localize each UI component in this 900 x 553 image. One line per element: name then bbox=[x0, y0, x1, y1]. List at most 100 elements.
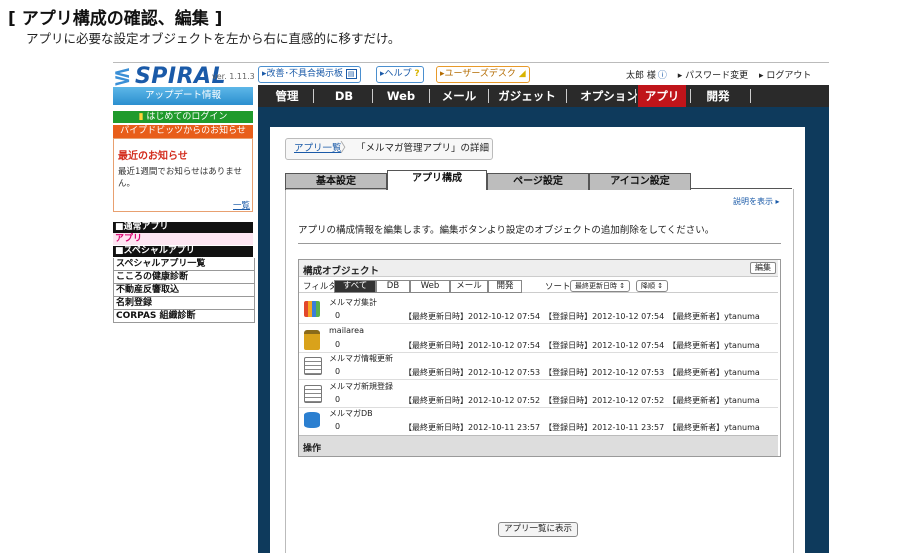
page-title: [ アプリ構成の確認、編集 ] bbox=[8, 9, 223, 29]
object-name: メルマガDB bbox=[329, 409, 373, 418]
main-nav: 管理 DB Web メール ガジェット オプション アプリ 開発 bbox=[258, 85, 829, 109]
help-button[interactable]: ▸ヘルプ ? bbox=[376, 66, 424, 83]
first-login-label: はじめてのログイン bbox=[146, 112, 228, 122]
sort-label: ソート bbox=[545, 282, 571, 292]
object-count: 0 bbox=[335, 395, 341, 404]
logout-link[interactable]: ▸ ログアウト bbox=[759, 71, 811, 81]
user-name: 太郎 様 bbox=[626, 71, 656, 81]
first-login-button[interactable]: ▮ はじめてのログイン bbox=[113, 111, 253, 123]
desk-icon: ◢ bbox=[518, 69, 526, 79]
description-text: アプリの構成情報を編集します。編集ボタンより設定のオブジェクトの追加削除をしてく… bbox=[298, 225, 715, 236]
sort-field-select[interactable]: 最終更新日時 ↕ bbox=[570, 280, 631, 292]
sidebar-item-app[interactable]: アプリ bbox=[113, 233, 253, 245]
database-icon bbox=[304, 412, 320, 428]
nav-db[interactable]: DB bbox=[320, 85, 368, 107]
nav-divider bbox=[488, 89, 489, 103]
filter-all[interactable]: すべて bbox=[334, 280, 376, 293]
logo-arrows-icon: ≶ bbox=[113, 64, 132, 89]
filter-db[interactable]: DB bbox=[376, 280, 410, 293]
breadcrumb-current: 「メルマガ管理アプリ」の詳細 bbox=[356, 143, 490, 154]
page-subtitle: アプリに必要な設定オブジェクトを左から右に直感的に移すだけ。 bbox=[26, 31, 401, 46]
nav-divider bbox=[750, 89, 751, 103]
object-name: mailarea bbox=[329, 326, 364, 335]
nav-gadget[interactable]: ガジェット bbox=[492, 85, 562, 107]
object-name: メルマガ情報更新 bbox=[329, 354, 393, 363]
object-meta: 【最終更新日時】2012-10-11 23:57 【登録日時】2012-10-1… bbox=[404, 423, 760, 432]
list-item[interactable]: メルマガ集計 0 【最終更新日時】2012-10-12 07:54 【登録日時】… bbox=[299, 295, 778, 324]
filter-label: フィルタ bbox=[303, 282, 337, 292]
object-meta: 【最終更新日時】2012-10-12 07:53 【登録日時】2012-10-1… bbox=[404, 368, 760, 377]
notice-text: 最近1週間でお知らせはありません。 bbox=[118, 167, 242, 189]
nav-divider bbox=[372, 89, 373, 103]
objects-title: 構成オブジェクト bbox=[303, 266, 380, 277]
feedback-board-button[interactable]: ▸改善･不具合掲示板 ▤ bbox=[258, 66, 361, 83]
version-label: ver. 1.11.3 bbox=[212, 72, 255, 81]
filter-dev[interactable]: 開発 bbox=[488, 280, 522, 293]
chart-icon bbox=[304, 301, 320, 317]
list-item[interactable]: メルマガDB 0 【最終更新日時】2012-10-11 23:57 【登録日時】… bbox=[299, 406, 778, 434]
nav-app[interactable]: アプリ bbox=[638, 85, 686, 107]
nav-web[interactable]: Web bbox=[376, 85, 426, 107]
user-area: 太郎 様 ⓘ ▸ パスワード変更 ▸ ログアウト bbox=[626, 68, 819, 81]
sidebar-item-namecard[interactable]: 名刺登録 bbox=[113, 297, 255, 310]
users-desk-button[interactable]: ▸ユーザーズデスク ◢ bbox=[436, 66, 530, 83]
nav-mail[interactable]: メール bbox=[433, 85, 485, 107]
nav-admin[interactable]: 管理 bbox=[266, 85, 308, 107]
normal-apps-section: ■通常アプリ bbox=[113, 222, 253, 233]
object-meta: 【最終更新日時】2012-10-12 07:54 【登録日時】2012-10-1… bbox=[404, 312, 760, 321]
sidebar-item-realestate[interactable]: 不動産反響取込 bbox=[113, 284, 255, 297]
password-change-link[interactable]: ▸ パスワード変更 bbox=[678, 71, 748, 81]
breadcrumb: アプリ一覧 〉 「メルマガ管理アプリ」の詳細 bbox=[285, 138, 493, 160]
nav-dev[interactable]: 開発 bbox=[698, 85, 738, 107]
lock-icon bbox=[304, 330, 320, 350]
help-label: ▸ヘルプ bbox=[380, 69, 412, 79]
form-icon bbox=[304, 357, 322, 375]
sidebar-item-special-list[interactable]: スペシャルアプリ一覧 bbox=[113, 258, 255, 271]
show-description-link[interactable]: 説明を表示 ▸ bbox=[733, 196, 780, 207]
tab-icon-settings[interactable]: アイコン設定 bbox=[589, 173, 691, 190]
object-name: メルマガ集計 bbox=[329, 298, 377, 307]
notice-header: パイプドビッツからのお知らせ bbox=[113, 125, 253, 138]
edit-button[interactable]: 編集 bbox=[750, 262, 776, 274]
tab-page-settings[interactable]: ページ設定 bbox=[487, 173, 589, 190]
update-info-button[interactable]: アップデート情報 bbox=[113, 87, 253, 105]
operations-label: 操作 bbox=[303, 444, 322, 454]
nav-divider bbox=[429, 89, 430, 103]
user-info-icon[interactable]: ⓘ bbox=[658, 71, 667, 81]
header-divider bbox=[113, 62, 829, 63]
nav-divider bbox=[635, 89, 636, 103]
users-desk-label: ▸ユーザーズデスク bbox=[440, 69, 516, 79]
question-icon: ? bbox=[414, 69, 420, 79]
object-count: 0 bbox=[335, 340, 341, 349]
leaf-icon: ▮ bbox=[138, 112, 144, 122]
sort-order-select[interactable]: 降順 ↕ bbox=[636, 280, 669, 292]
object-count: 0 bbox=[335, 311, 341, 320]
nav-divider bbox=[566, 89, 567, 103]
sidebar-item-corpas[interactable]: CORPAS 組織診断 bbox=[113, 310, 255, 323]
board-icon: ▤ bbox=[345, 69, 357, 79]
notice-title: 最近のお知らせ bbox=[118, 151, 188, 162]
operations-header bbox=[299, 435, 778, 456]
feedback-board-label: ▸改善･不具合掲示板 bbox=[262, 69, 344, 79]
tab-app-structure[interactable]: アプリ構成 bbox=[387, 170, 487, 190]
nav-divider bbox=[313, 89, 314, 103]
breadcrumb-arrow-icon: 〉 bbox=[340, 141, 354, 156]
list-item[interactable]: mailarea 0 【最終更新日時】2012-10-12 07:54 【登録日… bbox=[299, 324, 778, 353]
spiral-logo[interactable]: ≶ SPIRAL bbox=[113, 64, 226, 89]
filter-web[interactable]: Web bbox=[410, 280, 450, 293]
list-item[interactable]: メルマガ情報更新 0 【最終更新日時】2012-10-12 07:53 【登録日… bbox=[299, 351, 778, 380]
object-name: メルマガ新規登録 bbox=[329, 382, 393, 391]
nav-option[interactable]: オプション bbox=[570, 85, 648, 107]
show-in-app-list-button[interactable]: アプリ一覧に表示 bbox=[498, 522, 578, 537]
list-item[interactable]: メルマガ新規登録 0 【最終更新日時】2012-10-12 07:52 【登録日… bbox=[299, 379, 778, 408]
object-meta: 【最終更新日時】2012-10-12 07:52 【登録日時】2012-10-1… bbox=[404, 396, 760, 405]
notice-list-link[interactable]: 一覧 bbox=[233, 199, 250, 211]
breadcrumb-app-list-link[interactable]: アプリ一覧 bbox=[294, 139, 342, 159]
special-apps-section: ■スペシャルアプリ bbox=[113, 246, 253, 257]
description-divider bbox=[298, 243, 781, 244]
nav-divider bbox=[690, 89, 691, 103]
filter-mail[interactable]: メール bbox=[450, 280, 488, 293]
sidebar-item-health[interactable]: こころの健康診断 bbox=[113, 271, 255, 284]
object-count: 0 bbox=[335, 367, 341, 376]
object-meta: 【最終更新日時】2012-10-12 07:54 【登録日時】2012-10-1… bbox=[404, 341, 760, 350]
